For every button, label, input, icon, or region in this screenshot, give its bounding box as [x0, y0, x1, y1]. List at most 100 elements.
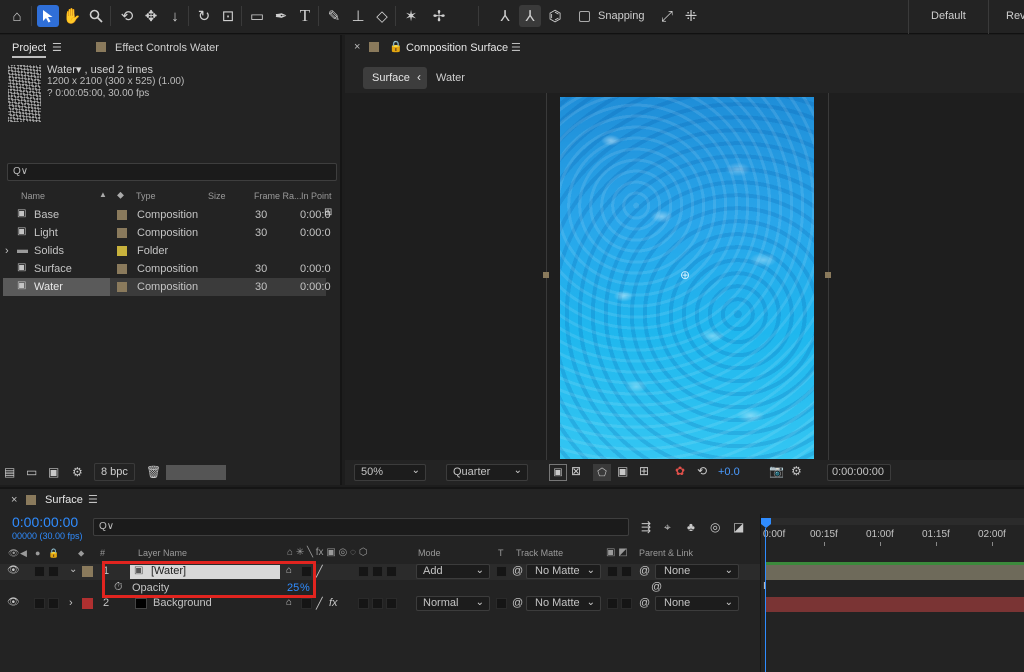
reset-exposure-icon[interactable]: ⟲ [697, 464, 707, 478]
brush-tool-icon[interactable]: ✎ [323, 5, 345, 27]
tab-effect-controls[interactable]: Effect Controls Water [115, 42, 219, 54]
expression-pickwhip-icon[interactable]: @ [651, 581, 662, 593]
solo-header-icon[interactable]: ● [35, 548, 40, 558]
snapshot-icon[interactable]: 📷 [769, 464, 784, 478]
expand-chevron-icon[interactable]: › [5, 245, 9, 257]
timeline-track-area[interactable]: 0:00f 00:15f 01:00f 01:15f 02:00f I [760, 514, 1024, 672]
show-snapshot-icon[interactable]: ⚙ [791, 464, 802, 478]
blend-mode-dropdown[interactable]: Add ⌄ [416, 564, 490, 579]
matte-invert-toggle[interactable] [621, 598, 632, 609]
col-name[interactable]: Name [21, 191, 45, 201]
label-tag-icon[interactable]: ⬥ [117, 190, 124, 201]
workspace-review[interactable]: Revi [1006, 10, 1024, 22]
composition-tab-title[interactable]: Composition Surface [406, 42, 508, 54]
track-matte-dropdown[interactable]: No Matte ⌄ [526, 596, 601, 611]
panel-menu-icon[interactable]: ☰ [88, 493, 98, 506]
audio-header-icon[interactable]: ◀ [20, 548, 27, 559]
layer-row-background[interactable]: 👁 › 2 Background ⌂ ╱ fx Normal ⌄ @ No Ma… [0, 596, 760, 612]
zoom-dropdown[interactable]: 50% ⌄ [354, 464, 426, 481]
track-matte-dropdown[interactable]: No Matte ⌄ [526, 564, 601, 579]
world-axis-icon[interactable]: ⅄ [519, 5, 541, 27]
panel-menu-icon[interactable]: ☰ [52, 41, 62, 54]
current-time-display[interactable]: 0:00:00:00 [12, 514, 78, 530]
resolution-dropdown[interactable]: Quarter ⌄ [446, 464, 528, 481]
layer-label-color[interactable] [82, 566, 93, 577]
switch-toggle[interactable] [386, 566, 397, 577]
eraser-tool-icon[interactable]: ◇ [371, 5, 393, 27]
timeline-search-input[interactable]: Q∨ [93, 518, 629, 536]
matte-toggle[interactable] [607, 598, 618, 609]
parent-pickwhip-icon[interactable]: @ [639, 565, 650, 577]
orbit-camera-icon[interactable]: ⟲ [116, 5, 138, 27]
switch-toggle[interactable] [358, 598, 369, 609]
dolly-camera-icon[interactable]: ↓ [164, 5, 186, 27]
transparency-grid-icon[interactable]: ⊠ [571, 464, 581, 478]
exposure-value[interactable]: +0.0 [718, 466, 740, 478]
breadcrumb-child[interactable]: Water [436, 72, 465, 84]
grid-guides-icon[interactable]: ⊞ [639, 464, 649, 478]
frame-blending-icon[interactable]: ◎ [710, 520, 720, 534]
matte-invert-toggle[interactable] [621, 566, 632, 577]
blend-mode-dropdown[interactable]: Normal ⌄ [416, 596, 490, 611]
switch-toggle[interactable] [372, 566, 383, 577]
pickwhip-icon[interactable]: @ [512, 597, 523, 609]
trash-icon[interactable]: 🗑 [146, 465, 161, 479]
close-icon[interactable]: × [354, 41, 360, 53]
parent-pickwhip-icon[interactable]: @ [639, 597, 650, 609]
bounding-handle[interactable] [825, 272, 831, 278]
lock-icon[interactable]: 🔒 [389, 40, 403, 53]
time-ruler[interactable]: 0:00f 00:15f 01:00f 01:15f 02:00f [761, 526, 1024, 546]
color-channels-icon[interactable]: ✿ [675, 464, 685, 478]
fast-previews-icon[interactable]: ▣ [549, 464, 567, 481]
col-size[interactable]: Size [208, 191, 226, 201]
lock-header-icon[interactable]: 🔒 [48, 548, 59, 559]
project-item-base[interactable]: ▣ Base Composition 30 0:00:0 [3, 206, 331, 224]
col-type[interactable]: Type [136, 191, 156, 201]
chevron-right-icon[interactable]: › [69, 597, 73, 609]
tab-project[interactable]: Project [12, 42, 47, 58]
draft-3d-icon[interactable]: ⌖ [664, 520, 671, 535]
sort-caret-icon[interactable]: ▲ [99, 190, 107, 199]
project-search-input[interactable]: Q∨ [7, 163, 337, 181]
quality-toggle[interactable] [301, 598, 312, 609]
snapping-checkbox[interactable] [579, 11, 590, 22]
quality-slash-icon[interactable]: ╱ [316, 597, 323, 610]
chevron-down-icon[interactable]: ⌄ [69, 564, 77, 575]
type-tool-icon[interactable]: T [294, 5, 316, 27]
hide-shy-layers-icon[interactable]: ♣ [687, 520, 695, 534]
region-of-interest-icon[interactable]: ▣ [617, 464, 628, 478]
hand-tool-icon[interactable]: ✋ [61, 5, 83, 27]
rotation-tool-icon[interactable]: ↻ [193, 5, 215, 27]
pan-behind-tool-icon[interactable]: ⊡ [217, 5, 239, 27]
layer-bar-background[interactable] [765, 597, 1024, 612]
parent-dropdown[interactable]: None ⌄ [655, 596, 739, 611]
local-axis-icon[interactable]: ⅄ [494, 5, 516, 27]
collapse-transform-icon[interactable]: ⌂ [286, 597, 292, 608]
project-item-light[interactable]: ▣ Light Composition 30 0:00:0 [3, 224, 331, 242]
motion-blur-icon[interactable]: ◪ [733, 520, 744, 534]
pen-tool-icon[interactable]: ✒ [270, 5, 292, 27]
switch-toggle[interactable] [372, 598, 383, 609]
view-axis-icon[interactable]: ⌬ [544, 5, 566, 27]
visibility-eye-icon[interactable]: 👁 [7, 565, 20, 576]
pickwhip-icon[interactable]: @ [512, 565, 523, 577]
snap-points-icon[interactable]: ⁜ [680, 5, 702, 27]
workspace-default[interactable]: Default [931, 10, 966, 22]
clone-stamp-icon[interactable]: ⊥ [347, 5, 369, 27]
parent-dropdown[interactable]: None ⌄ [655, 564, 739, 579]
timecode-display[interactable]: 0:00:00:00 [827, 464, 891, 481]
solo-toggle[interactable] [34, 566, 45, 577]
anchor-point-icon[interactable]: ⊕ [680, 268, 690, 282]
quality-slash-icon[interactable]: ╱ [316, 565, 323, 578]
bounding-handle[interactable] [543, 272, 549, 278]
project-item-surface[interactable]: ▣ Surface Composition 30 0:00:0 [3, 260, 331, 278]
layer-label-color[interactable] [82, 598, 93, 609]
new-folder-icon[interactable]: ▭ [26, 465, 37, 479]
fx-icon[interactable]: fx [329, 597, 338, 609]
layer-bar-water[interactable] [765, 565, 1024, 580]
rectangle-tool-icon[interactable]: ▭ [246, 5, 268, 27]
puppet-pin-icon[interactable]: ✢ [428, 5, 450, 27]
composition-mini-flowchart-icon[interactable]: ⇶ [641, 520, 651, 534]
preserve-transparency-toggle[interactable] [496, 566, 507, 577]
label-header-icon[interactable]: ⬥ [78, 548, 84, 559]
